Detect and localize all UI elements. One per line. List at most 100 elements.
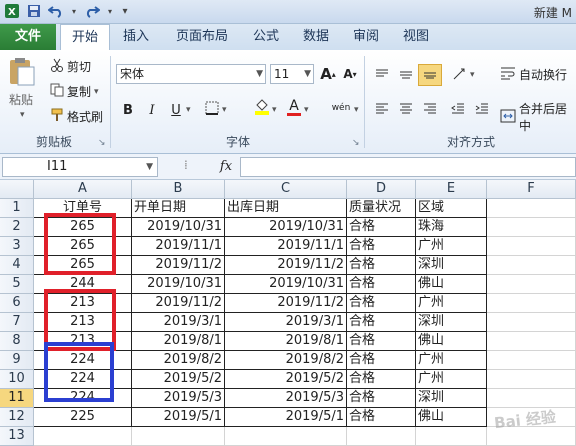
cell-c1[interactable]: 出库日期 — [225, 199, 347, 218]
cell-c2[interactable]: 2019/10/31 — [225, 218, 347, 237]
format-painter-button[interactable]: 格式刷 — [50, 108, 103, 125]
dialog-launcher-icon[interactable]: ↘ — [352, 138, 360, 148]
chevron-down-icon[interactable]: ▾ — [70, 3, 78, 19]
cell-a12[interactable]: 225 — [34, 408, 132, 427]
worksheet-grid[interactable]: A B C D E F 1 订单号 开单日期 出库日期 质量状况 区域 2 265 2019/10/31 20… — [0, 180, 576, 446]
align-center-button[interactable] — [396, 100, 416, 120]
tab-formulas[interactable]: 公式 — [246, 24, 286, 50]
dialog-launcher-icon[interactable]: ↘ — [98, 138, 106, 148]
cell-d9[interactable]: 合格 — [347, 351, 416, 370]
cell-b10[interactable]: 2019/5/2 — [132, 370, 225, 389]
cell-d8[interactable]: 合格 — [347, 332, 416, 351]
row-header[interactable]: 4 — [0, 256, 34, 275]
cell-b1[interactable]: 开单日期 — [132, 199, 225, 218]
cell-d1[interactable]: 质量状况 — [347, 199, 416, 218]
cell-c3[interactable]: 2019/11/1 — [225, 237, 347, 256]
chevron-down-icon[interactable]: ▾ — [186, 105, 191, 115]
cut-button[interactable]: 剪切 — [50, 58, 91, 75]
chevron-down-icon[interactable]: ▾ — [20, 110, 25, 120]
cell-b3[interactable]: 2019/11/1 — [132, 237, 225, 256]
cell-e6[interactable]: 广州 — [416, 294, 487, 313]
name-box[interactable]: I11 ▼ — [2, 157, 158, 177]
chevron-down-icon[interactable]: ▾ — [354, 105, 359, 115]
font-size-select[interactable]: 11 ▼ — [270, 64, 314, 84]
cell-b4[interactable]: 2019/11/2 — [132, 256, 225, 275]
cell-f10[interactable] — [487, 370, 576, 389]
column-header-e[interactable]: E — [416, 180, 487, 199]
cell-d12[interactable]: 合格 — [347, 408, 416, 427]
font-color-button[interactable]: A — [284, 97, 304, 117]
cell-c12[interactable]: 2019/5/1 — [225, 408, 347, 427]
cell-e10[interactable]: 广州 — [416, 370, 487, 389]
row-header[interactable]: 12 — [0, 408, 34, 427]
save-icon[interactable] — [26, 3, 42, 19]
chevron-down-icon[interactable]: ▾ — [304, 105, 309, 115]
chevron-down-icon[interactable]: ▾ — [222, 105, 227, 115]
cell-e13[interactable] — [416, 427, 487, 446]
tab-page-layout[interactable]: 页面布局 — [166, 24, 238, 50]
align-bottom-button[interactable] — [418, 64, 442, 86]
align-top-button[interactable] — [372, 66, 392, 86]
cell-f6[interactable] — [487, 294, 576, 313]
chevron-down-icon[interactable]: ▾ — [94, 87, 99, 97]
cell-d3[interactable]: 合格 — [347, 237, 416, 256]
cell-e8[interactable]: 佛山 — [416, 332, 487, 351]
cell-f8[interactable] — [487, 332, 576, 351]
cell-c11[interactable]: 2019/5/3 — [225, 389, 347, 408]
cell-c13[interactable] — [225, 427, 347, 446]
cell-b2[interactable]: 2019/10/31 — [132, 218, 225, 237]
cell-e11[interactable]: 深圳 — [416, 389, 487, 408]
cell-e2[interactable]: 珠海 — [416, 218, 487, 237]
cell-d7[interactable]: 合格 — [347, 313, 416, 332]
cell-f9[interactable] — [487, 351, 576, 370]
formula-input[interactable] — [240, 157, 576, 177]
cell-e7[interactable]: 深圳 — [416, 313, 487, 332]
cell-b13[interactable] — [132, 427, 225, 446]
cell-f1[interactable] — [487, 199, 576, 218]
cell-c8[interactable]: 2019/8/1 — [225, 332, 347, 351]
chevron-down-icon[interactable]: ▼ — [146, 158, 153, 176]
select-all-corner[interactable] — [0, 180, 34, 199]
cell-d10[interactable]: 合格 — [347, 370, 416, 389]
tab-data[interactable]: 数据 — [296, 24, 336, 50]
cell-b7[interactable]: 2019/3/1 — [132, 313, 225, 332]
cell-b9[interactable]: 2019/8/2 — [132, 351, 225, 370]
align-middle-button[interactable] — [396, 66, 416, 86]
cell-e9[interactable]: 广州 — [416, 351, 487, 370]
tab-home[interactable]: 开始 — [60, 24, 110, 51]
cell-b8[interactable]: 2019/8/1 — [132, 332, 225, 351]
tab-review[interactable]: 审阅 — [346, 24, 386, 50]
row-header[interactable]: 11 — [0, 389, 34, 408]
cell-b5[interactable]: 2019/10/31 — [132, 275, 225, 294]
italic-button[interactable]: I — [142, 100, 162, 120]
cell-f2[interactable] — [487, 218, 576, 237]
cell-f11[interactable] — [487, 389, 576, 408]
cell-d4[interactable]: 合格 — [347, 256, 416, 275]
column-header-c[interactable]: C — [225, 180, 347, 199]
cell-a13[interactable] — [34, 427, 132, 446]
cell-f3[interactable] — [487, 237, 576, 256]
cell-e1[interactable]: 区域 — [416, 199, 487, 218]
cell-b12[interactable]: 2019/5/1 — [132, 408, 225, 427]
orientation-button[interactable] — [450, 66, 470, 86]
chevron-down-icon[interactable]: ▾ — [106, 3, 114, 19]
cell-f5[interactable] — [487, 275, 576, 294]
customize-toolbar-icon[interactable]: ▾ — [120, 3, 130, 19]
row-header[interactable]: 13 — [0, 427, 34, 446]
merge-center-button[interactable]: 合并后居中 — [500, 100, 576, 134]
row-header[interactable]: 5 — [0, 275, 34, 294]
cell-e5[interactable]: 佛山 — [416, 275, 487, 294]
cell-b11[interactable]: 2019/5/3 — [132, 389, 225, 408]
cell-d13[interactable] — [347, 427, 416, 446]
cell-e3[interactable]: 广州 — [416, 237, 487, 256]
row-header[interactable]: 10 — [0, 370, 34, 389]
grow-font-button[interactable]: A ▴ — [318, 64, 338, 84]
cell-b6[interactable]: 2019/11/2 — [132, 294, 225, 313]
column-header-b[interactable]: B — [132, 180, 225, 199]
cell-f7[interactable] — [487, 313, 576, 332]
paste-button[interactable]: 粘贴 — [6, 56, 36, 108]
insert-function-button[interactable]: fx — [214, 157, 238, 177]
chevron-down-icon[interactable]: ▼ — [304, 65, 311, 83]
cell-c5[interactable]: 2019/10/31 — [225, 275, 347, 294]
fill-color-button[interactable] — [252, 98, 272, 118]
